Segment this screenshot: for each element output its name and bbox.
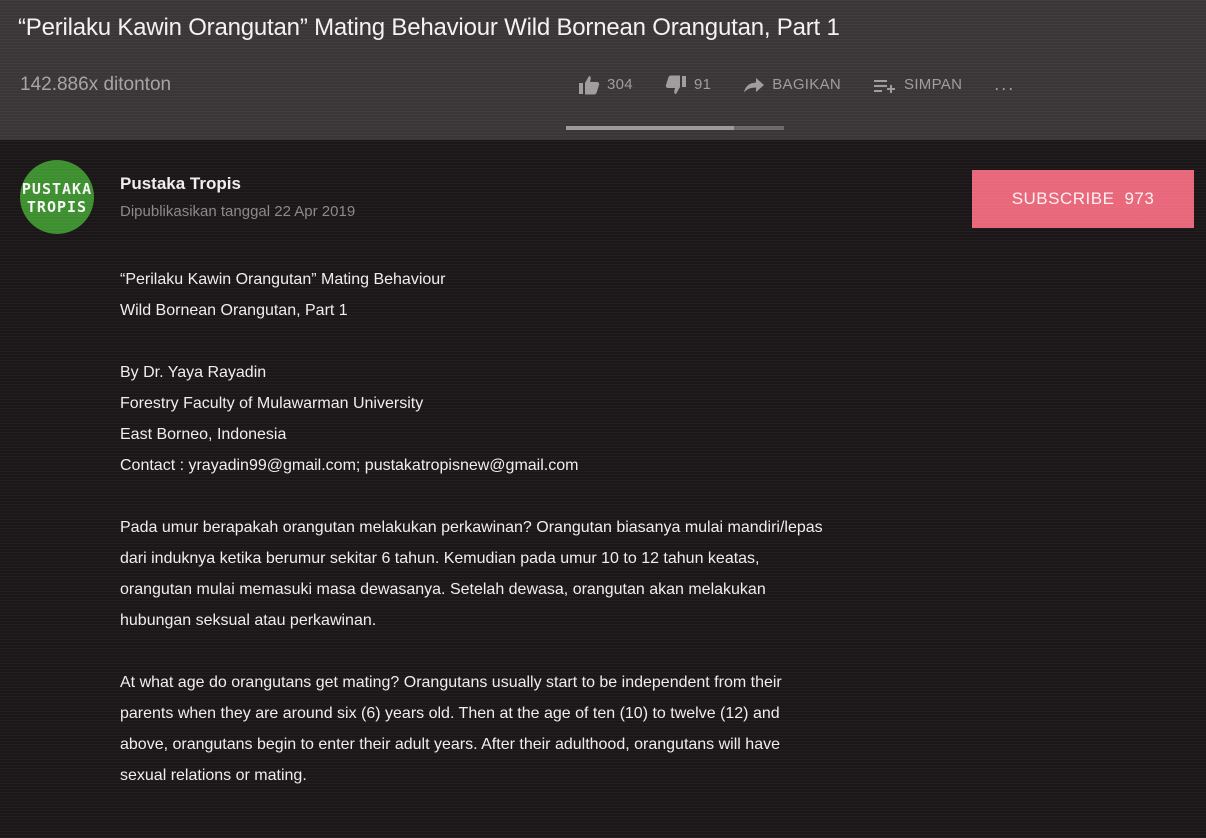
video-info-panel: “Perilaku Kawin Orangutan” Mating Behavi… [0, 0, 1206, 838]
thumbs-down-icon [665, 75, 686, 94]
avatar-logo-text: PUSTAKA TROPIS [21, 180, 93, 216]
video-description: “Perilaku Kawin Orangutan” Mating Behavi… [120, 264, 1180, 822]
sentiment-bar [566, 126, 784, 130]
playlist-add-icon [874, 79, 896, 93]
video-title: “Perilaku Kawin Orangutan” Mating Behavi… [18, 14, 840, 41]
thumbs-up-icon [579, 75, 600, 94]
subscribe-button[interactable]: SUBSCRIBE 973 [972, 170, 1194, 228]
channel-avatar[interactable]: PUSTAKA TROPIS [20, 160, 94, 234]
dislike-button[interactable]: 91 [665, 75, 711, 95]
share-label: BAGIKAN [772, 76, 842, 93]
action-bar: 304 91 BAGIKAN SIMPAN ... [578, 74, 1015, 95]
description-paragraph: At what age do orangutans get mating? Or… [120, 674, 782, 784]
like-button[interactable]: 304 [578, 75, 633, 95]
dislike-count: 91 [693, 76, 712, 93]
view-count: 142.886x ditonton [20, 74, 172, 95]
share-arrow-icon [744, 77, 765, 92]
publish-date: Dipublikasikan tanggal 22 Apr 2019 [120, 203, 356, 220]
subscribe-label: SUBSCRIBE [1011, 189, 1115, 208]
save-button[interactable]: SIMPAN [873, 76, 962, 93]
like-count: 304 [607, 76, 633, 93]
channel-name[interactable]: Pustaka Tropis [120, 174, 241, 194]
save-label: SIMPAN [904, 76, 963, 93]
description-paragraph: By Dr. Yaya Rayadin Forestry Faculty of … [120, 364, 579, 474]
description-paragraph: “Perilaku Kawin Orangutan” Mating Behavi… [120, 271, 446, 319]
sentiment-bar-likes [566, 126, 734, 130]
description-paragraph: Pada umur berapakah orangutan melakukan … [120, 519, 823, 629]
more-actions-button[interactable]: ... [994, 74, 1015, 95]
share-button[interactable]: BAGIKAN [743, 76, 841, 93]
subscriber-count: 973 [1124, 189, 1155, 208]
